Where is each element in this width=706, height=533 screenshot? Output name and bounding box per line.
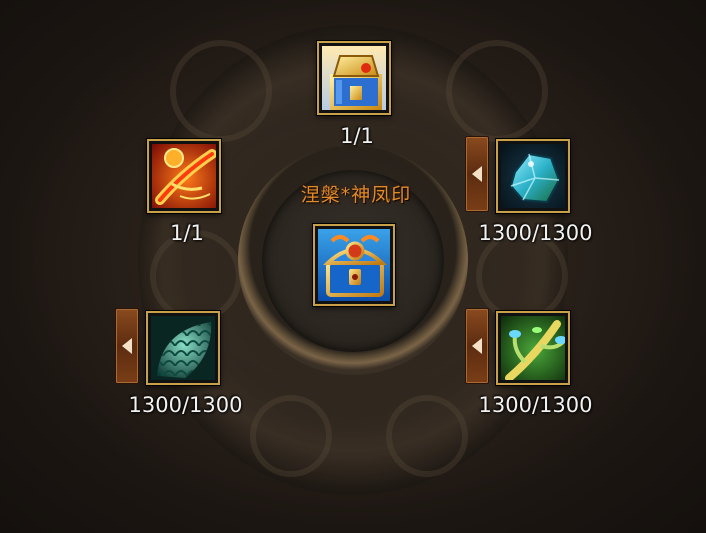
ornate-treasure-chest-icon bbox=[318, 229, 390, 301]
slot-count: 1300/1300 bbox=[128, 393, 243, 417]
spirit-vine-icon bbox=[501, 316, 565, 380]
expand-tab-right-lower[interactable] bbox=[465, 308, 489, 384]
slot-right-lower[interactable] bbox=[496, 311, 570, 385]
item-title: 涅槃*神凤印 bbox=[300, 184, 412, 206]
center-item-slot[interactable] bbox=[313, 224, 395, 306]
slot-count: 1300/1300 bbox=[478, 393, 593, 417]
expand-tab-right-upper[interactable] bbox=[465, 136, 489, 212]
arrow-left-icon bbox=[122, 338, 132, 354]
fire-scroll-icon bbox=[152, 144, 216, 208]
slot-count: 1300/1300 bbox=[478, 221, 593, 245]
arrow-left-icon bbox=[472, 166, 482, 182]
slot-top[interactable] bbox=[317, 41, 391, 115]
slot-count: 1/1 bbox=[340, 124, 374, 148]
dragon-scale-icon bbox=[151, 316, 215, 380]
expand-tab-left-lower[interactable] bbox=[115, 308, 139, 384]
swirl-ornament bbox=[170, 40, 272, 142]
swirl-ornament bbox=[446, 40, 548, 142]
slot-count: 1/1 bbox=[170, 221, 204, 245]
golden-treasure-box-icon bbox=[322, 46, 386, 110]
slot-left-lower[interactable] bbox=[146, 311, 220, 385]
crystal-ore-icon bbox=[501, 144, 565, 208]
swirl-ornament bbox=[386, 395, 468, 477]
slot-right-upper[interactable] bbox=[496, 139, 570, 213]
arrow-left-icon bbox=[472, 338, 482, 354]
slot-left-upper[interactable] bbox=[147, 139, 221, 213]
